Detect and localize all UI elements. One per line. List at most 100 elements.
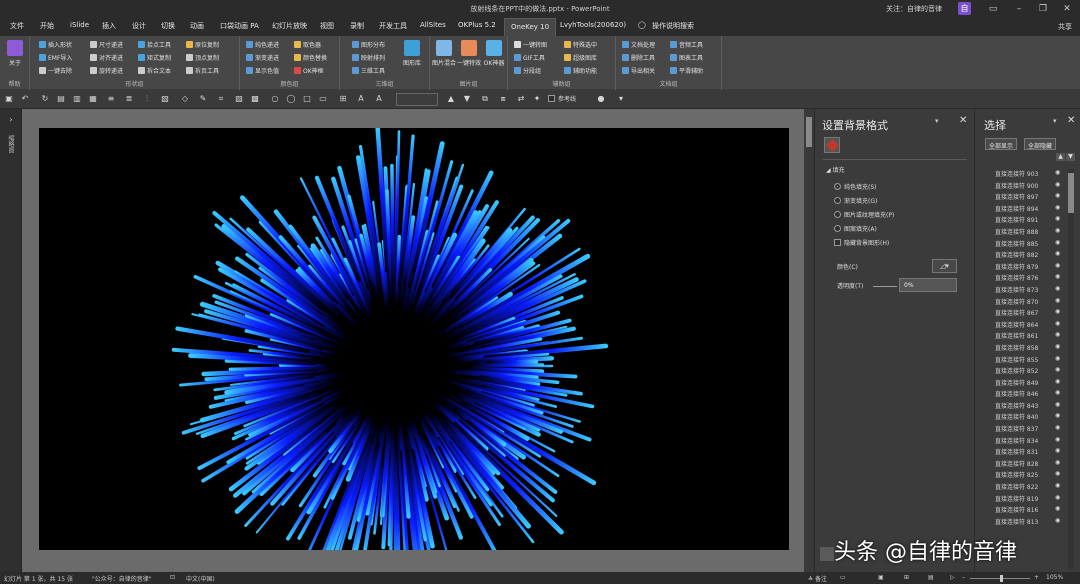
effects-icon[interactable]: ✦ bbox=[532, 94, 542, 104]
ok-frame-button[interactable]: OK神框 bbox=[294, 66, 324, 75]
circle-icon[interactable]: ○ bbox=[270, 94, 280, 104]
visibility-eye-icon[interactable]: ◉ bbox=[1055, 436, 1060, 443]
super-gallery-button[interactable]: 超级图库 bbox=[564, 53, 597, 62]
gif-tool-button[interactable]: GIF工具 bbox=[514, 53, 545, 62]
map-arrange-button[interactable]: 映射排列 bbox=[352, 53, 385, 62]
list-item[interactable]: 直接连接符 891 ◉ bbox=[975, 215, 1065, 227]
transparency-slider[interactable] bbox=[873, 286, 897, 287]
share-button[interactable]: 共享 bbox=[1058, 22, 1072, 32]
list-item[interactable]: 直接连接符 855 ◉ bbox=[975, 355, 1065, 367]
tab-view[interactable]: 视图 bbox=[320, 21, 334, 31]
vertex-copy-button[interactable]: 顶点复制 bbox=[186, 53, 219, 62]
flip-icon[interactable]: ⇄ bbox=[516, 94, 526, 104]
zoom-slider[interactable] bbox=[970, 575, 1030, 582]
grid-icon[interactable]: ⊞ bbox=[338, 94, 348, 104]
segment-button[interactable]: 分段组 bbox=[514, 66, 541, 75]
format-pane-dropdown-icon[interactable]: ▾ bbox=[935, 117, 939, 125]
shape-icon[interactable]: ◇ bbox=[180, 94, 190, 104]
visibility-eye-icon[interactable]: ◉ bbox=[1055, 273, 1060, 280]
3d-tools-button[interactable]: 三维工具 bbox=[352, 66, 385, 75]
show-all-button[interactable]: 全部显示 bbox=[985, 138, 1018, 150]
tab-home[interactable]: 开始 bbox=[40, 21, 54, 31]
account-badge[interactable]: 自 bbox=[958, 2, 971, 15]
expand-thumbnails-icon[interactable]: › bbox=[6, 115, 16, 125]
one-click-effect-button[interactable]: 一键特效 bbox=[457, 40, 481, 67]
restore-icon[interactable]: ❐ bbox=[1036, 3, 1050, 15]
show-color-button[interactable]: 显示色值 bbox=[246, 66, 279, 75]
visibility-eye-icon[interactable]: ◉ bbox=[1055, 204, 1060, 211]
arrange-icon[interactable]: ▧ bbox=[160, 94, 170, 104]
list-item[interactable]: 直接连接符 861 ◉ bbox=[975, 331, 1065, 343]
visibility-eye-icon[interactable]: ◉ bbox=[1055, 285, 1060, 292]
visibility-eye-icon[interactable]: ◉ bbox=[1055, 494, 1060, 501]
lock-icon[interactable]: ▨ bbox=[234, 94, 244, 104]
square-icon[interactable]: □ bbox=[302, 94, 312, 104]
font-size-icon[interactable]: A bbox=[374, 94, 384, 104]
visibility-eye-icon[interactable]: ◉ bbox=[1055, 366, 1060, 373]
move-up-icon[interactable]: ▲ bbox=[1056, 153, 1065, 161]
radial-line[interactable] bbox=[390, 163, 395, 288]
reading-view-icon[interactable]: ▤ bbox=[928, 574, 934, 581]
format-painter-icon[interactable]: ▤ bbox=[56, 94, 66, 104]
ok-tool-button[interactable]: OK神器 bbox=[482, 40, 506, 67]
fill-section-header[interactable]: ◢ 填充 bbox=[826, 165, 845, 174]
brush-icon[interactable]: ✎ bbox=[198, 94, 208, 104]
radio-gradient-fill[interactable]: 渐变填充(G) bbox=[834, 196, 877, 205]
split-page-button[interactable]: 拆页工具 bbox=[186, 66, 219, 75]
visibility-eye-icon[interactable]: ◉ bbox=[1055, 227, 1060, 234]
selection-pane-close-icon[interactable]: ✕ bbox=[1067, 115, 1075, 126]
selection-scrollbar[interactable] bbox=[1068, 169, 1074, 569]
minimize-icon[interactable]: – bbox=[1012, 3, 1026, 15]
overflow-button[interactable] bbox=[820, 547, 834, 561]
oval-icon[interactable]: ◯ bbox=[286, 94, 296, 104]
visibility-eye-icon[interactable]: ◉ bbox=[1055, 215, 1060, 222]
emf-import-button[interactable]: EMF导入 bbox=[39, 53, 72, 62]
radial-line[interactable] bbox=[392, 438, 399, 584]
hide-all-button[interactable]: 全部隐藏 bbox=[1024, 138, 1057, 150]
visibility-eye-icon[interactable]: ◉ bbox=[1055, 470, 1060, 477]
list-item[interactable]: 直接连接符 813 ◉ bbox=[975, 517, 1065, 529]
list-item[interactable]: 直接连接符 828 ◉ bbox=[975, 459, 1065, 471]
account-name[interactable]: 关注：自律的音律 bbox=[886, 4, 942, 14]
visibility-eye-icon[interactable]: ◉ bbox=[1055, 378, 1060, 385]
align-center-icon[interactable]: ≣ bbox=[124, 94, 134, 104]
visibility-eye-icon[interactable]: ◉ bbox=[1055, 447, 1060, 454]
export-button[interactable]: 导出相关 bbox=[622, 66, 655, 75]
list-item[interactable]: 直接连接符 816 ◉ bbox=[975, 505, 1065, 517]
ungroup-icon[interactable]: ⧈ bbox=[498, 94, 508, 104]
zoom-out-icon[interactable]: – bbox=[962, 574, 965, 581]
visibility-eye-icon[interactable]: ◉ bbox=[1055, 424, 1060, 431]
tab-animations[interactable]: 动画 bbox=[190, 21, 204, 31]
tab-file[interactable]: 文件 bbox=[10, 21, 24, 31]
list-item[interactable]: 直接连接符 879 ◉ bbox=[975, 262, 1065, 274]
copy-icon[interactable]: ▥ bbox=[72, 94, 82, 104]
rect-icon[interactable]: ▭ bbox=[318, 94, 328, 104]
tab-onekey[interactable]: OneKey 10 bbox=[504, 18, 557, 36]
group-icon[interactable]: ⧉ bbox=[480, 94, 490, 104]
gradient-step-button[interactable]: 渐变递进 bbox=[246, 53, 279, 62]
tab-okplus[interactable]: OKPlus 5.2 bbox=[458, 21, 496, 29]
zoom-thumb[interactable] bbox=[1000, 575, 1003, 582]
chart-tool-button[interactable]: 图表工具 bbox=[670, 53, 703, 62]
ribbon-display-icon[interactable]: ▭ bbox=[986, 3, 1000, 15]
tab-slideshow[interactable]: 幻灯片放映 bbox=[272, 21, 307, 31]
visibility-eye-icon[interactable]: ◉ bbox=[1055, 308, 1060, 315]
about-button[interactable]: 关于 bbox=[3, 40, 27, 67]
close-icon[interactable]: ✕ bbox=[1060, 3, 1074, 15]
list-item[interactable]: 直接连接符 864 ◉ bbox=[975, 320, 1065, 332]
tab-developer[interactable]: 开发工具 bbox=[379, 21, 407, 31]
slide-scroll-thumb[interactable] bbox=[806, 117, 812, 147]
tab-islide[interactable]: iSlide bbox=[70, 21, 89, 29]
visibility-eye-icon[interactable]: ◉ bbox=[1055, 343, 1060, 350]
tab-search[interactable]: 操作说明搜索 bbox=[652, 21, 694, 31]
list-item[interactable]: 直接连接符 849 ◉ bbox=[975, 378, 1065, 390]
list-item[interactable]: 直接连接符 831 ◉ bbox=[975, 447, 1065, 459]
visibility-eye-icon[interactable]: ◉ bbox=[1055, 250, 1060, 257]
visibility-eye-icon[interactable]: ◉ bbox=[1055, 355, 1060, 362]
list-item[interactable]: 直接连接符 825 ◉ bbox=[975, 470, 1065, 482]
list-item[interactable]: 直接连接符 897 ◉ bbox=[975, 192, 1065, 204]
slide-canvas[interactable] bbox=[39, 126, 789, 584]
tell-me-icon[interactable]: ◯ bbox=[638, 21, 646, 29]
slideshow-icon[interactable]: ▷ bbox=[950, 574, 955, 581]
visibility-eye-icon[interactable]: ◉ bbox=[1055, 331, 1060, 338]
